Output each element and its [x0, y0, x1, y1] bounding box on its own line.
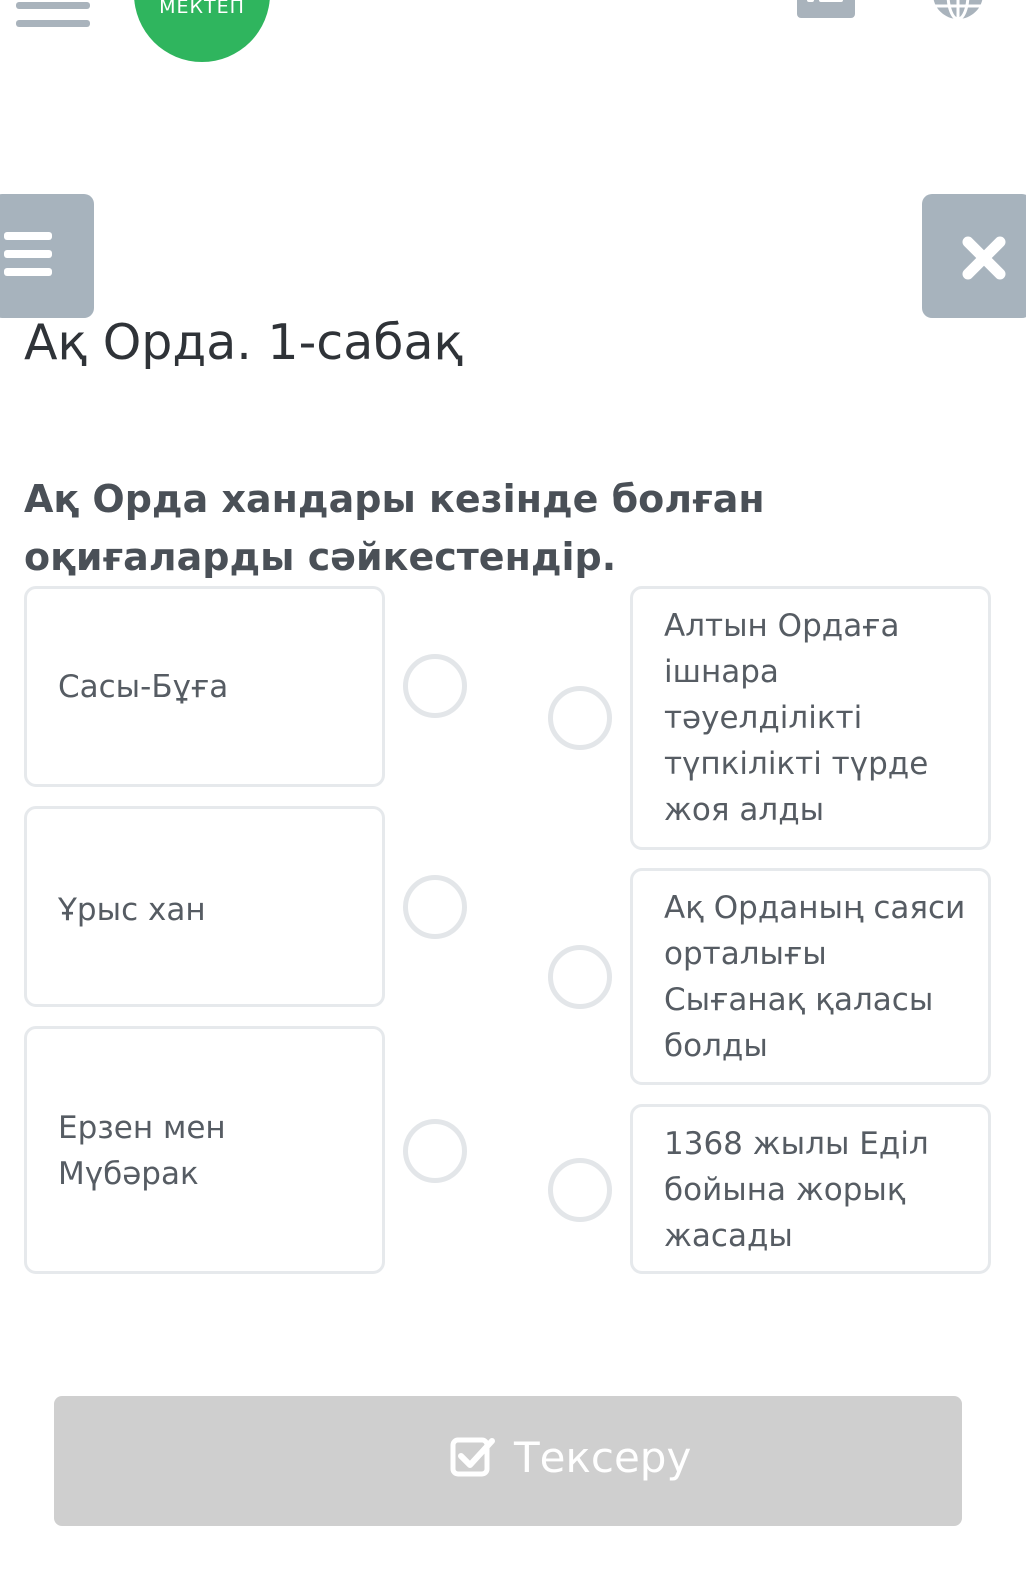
left-card-label: Ерзен мен Мүбәрак	[58, 1110, 226, 1192]
left-match-card[interactable]: Ерзен мен Мүбәрак	[24, 1026, 385, 1274]
close-button[interactable]	[922, 194, 1026, 318]
logo-text: МЕКТЕП	[159, 0, 245, 18]
left-match-radio[interactable]	[403, 654, 467, 718]
right-card-label: 1368 жылы Еділ бойына жорық жасады	[664, 1126, 929, 1254]
question-text: Ақ Орда хандары кезінде болған оқиғалард…	[24, 477, 765, 579]
left-match-card[interactable]: Ұрыс хан	[24, 806, 385, 1007]
right-match-card[interactable]: 1368 жылы Еділ бойына жорық жасады	[630, 1104, 991, 1274]
app-menu-icon[interactable]	[16, 0, 90, 28]
left-match-radio[interactable]	[403, 875, 467, 939]
left-card-label: Сасы-Бұға	[58, 669, 229, 705]
logo[interactable]: МЕКТЕП	[134, 0, 270, 62]
left-match-card[interactable]: Сасы-Бұға	[24, 586, 385, 787]
right-match-card[interactable]: Ақ Орданың саяси орталығы Сығанақ қаласы…	[630, 868, 991, 1085]
close-icon	[962, 236, 1006, 280]
menu-icon	[4, 232, 52, 240]
lesson-title: Ақ Орда. 1-сабақ	[24, 314, 464, 371]
right-card-label: Алтын Ордаға ішнара тәуелділікті түпкілі…	[664, 608, 929, 828]
globe-icon[interactable]	[930, 0, 986, 22]
right-match-card[interactable]: Алтын Ордаға ішнара тәуелділікті түпкілі…	[630, 586, 991, 850]
right-match-radio[interactable]	[548, 686, 612, 750]
user-card-icon[interactable]	[797, 0, 855, 18]
check-button-label: Тексеру	[514, 1433, 692, 1482]
left-card-label: Ұрыс хан	[58, 892, 206, 928]
lesson-menu-button[interactable]	[0, 194, 94, 318]
checkbox-icon	[450, 1437, 495, 1477]
page: МЕКТЕП Ақ Орда. 1-сабақ Ақ Орда хандары …	[0, 0, 1026, 1576]
right-match-radio[interactable]	[548, 945, 612, 1009]
left-match-radio[interactable]	[403, 1119, 467, 1183]
right-card-label: Ақ Орданың саяси орталығы Сығанақ қаласы…	[664, 890, 966, 1064]
right-match-radio[interactable]	[548, 1158, 612, 1222]
check-button[interactable]: Тексеру	[54, 1396, 962, 1526]
